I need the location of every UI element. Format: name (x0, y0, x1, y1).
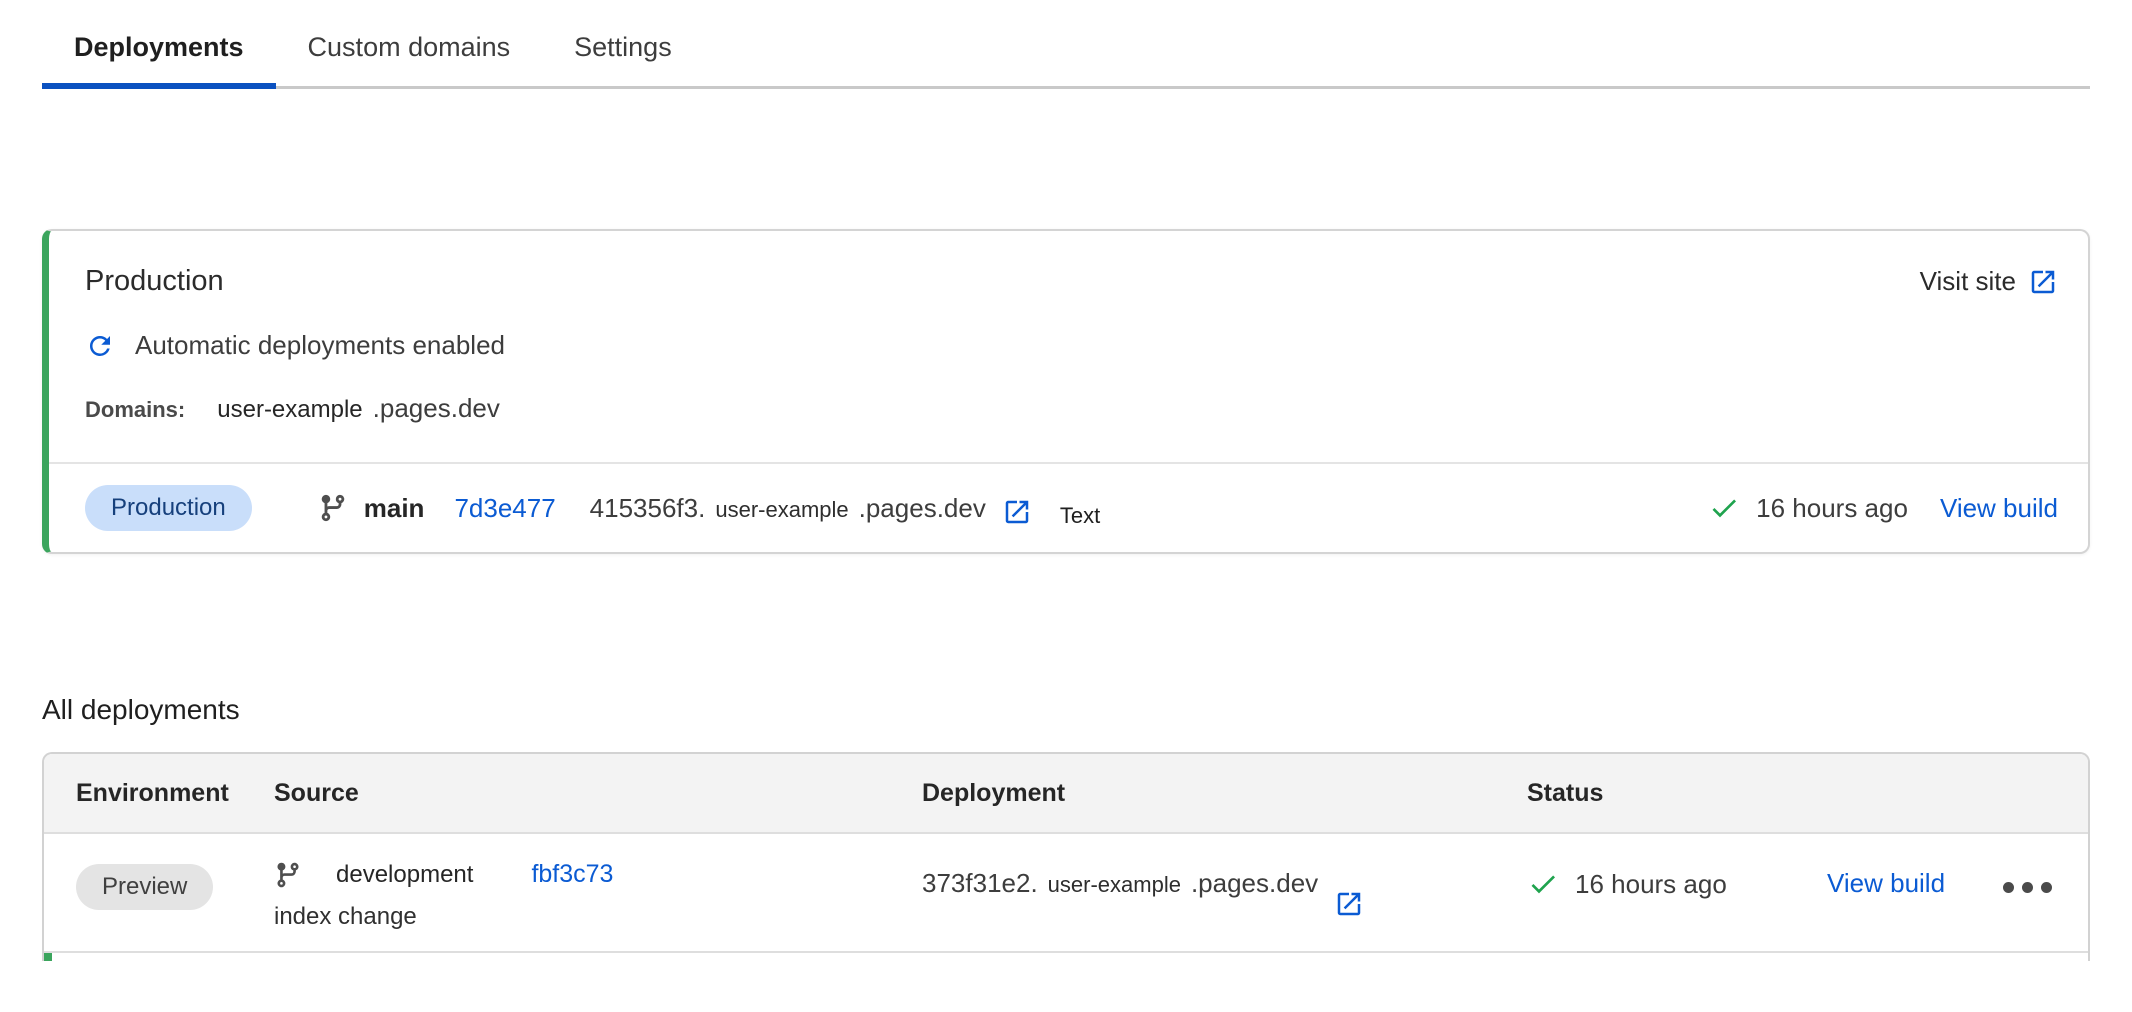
refresh-icon (85, 331, 115, 361)
column-source: Source (274, 779, 922, 808)
deployment-hash: 415356f3. (590, 493, 706, 524)
next-row-accent-stub (44, 953, 2088, 961)
all-deployments-title: All deployments (42, 694, 2090, 726)
production-card-title: Production (85, 265, 224, 298)
tab-custom-domains[interactable]: Custom domains (276, 14, 543, 89)
auto-deployments-text: Automatic deployments enabled (135, 330, 505, 361)
deployments-table-header: Environment Source Deployment Status (44, 754, 2088, 834)
deployment-project-name: user-example (715, 497, 848, 523)
commit-link[interactable]: 7d3e477 (454, 493, 555, 524)
deployment-hash: 373f31e2. (922, 868, 1038, 899)
branch-name: main (364, 493, 425, 524)
external-link-icon[interactable] (1334, 889, 1364, 919)
production-deployment-row: Production main 7d3e477 415356f3. user-e… (49, 464, 2088, 552)
check-icon (1527, 868, 1559, 900)
domains-label: Domains: (85, 397, 185, 423)
domains-project-name: user-example (217, 396, 362, 424)
column-status: Status (1527, 779, 2056, 808)
deploy-time: 16 hours ago (1575, 869, 1727, 900)
git-branch-icon (318, 493, 348, 523)
environment-badge-production: Production (85, 485, 252, 531)
environment-badge-preview: Preview (76, 864, 213, 910)
commit-message: index change (274, 903, 922, 931)
column-deployment: Deployment (922, 779, 1527, 808)
redaction-annotation: Text (1060, 503, 1100, 529)
column-environment: Environment (76, 779, 274, 808)
external-link-icon (2028, 267, 2058, 297)
tab-settings[interactable]: Settings (542, 14, 704, 89)
project-tab-bar: Deployments Custom domains Settings (42, 14, 2090, 89)
production-card: Production Visit site Automatic deployme… (42, 229, 2090, 554)
deployments-table: Environment Source Deployment Status Pre… (42, 752, 2090, 961)
view-build-link[interactable]: View build (1940, 493, 2058, 524)
branch-name: development (336, 861, 473, 889)
git-branch-icon (274, 861, 302, 889)
view-build-link[interactable]: View build (1827, 868, 1945, 899)
deployment-project-name: user-example (1048, 872, 1181, 898)
visit-site-label: Visit site (1920, 266, 2016, 297)
domains-suffix: .pages.dev (373, 393, 500, 424)
commit-link[interactable]: fbf3c73 (531, 860, 613, 889)
check-icon (1708, 492, 1740, 524)
deployment-suffix: .pages.dev (859, 493, 986, 524)
visit-site-link[interactable]: Visit site (1920, 266, 2058, 297)
pages-project-page: Deployments Custom domains Settings Prod… (0, 14, 2132, 961)
tab-deployments[interactable]: Deployments (42, 14, 276, 89)
deployment-suffix: .pages.dev (1191, 868, 1318, 899)
deploy-time: 16 hours ago (1756, 493, 1908, 524)
ellipsis-menu-icon[interactable] (1999, 868, 2056, 907)
external-link-icon[interactable] (1002, 497, 1032, 527)
deployment-table-row: Preview development fbf3c73 index change… (44, 834, 2088, 953)
